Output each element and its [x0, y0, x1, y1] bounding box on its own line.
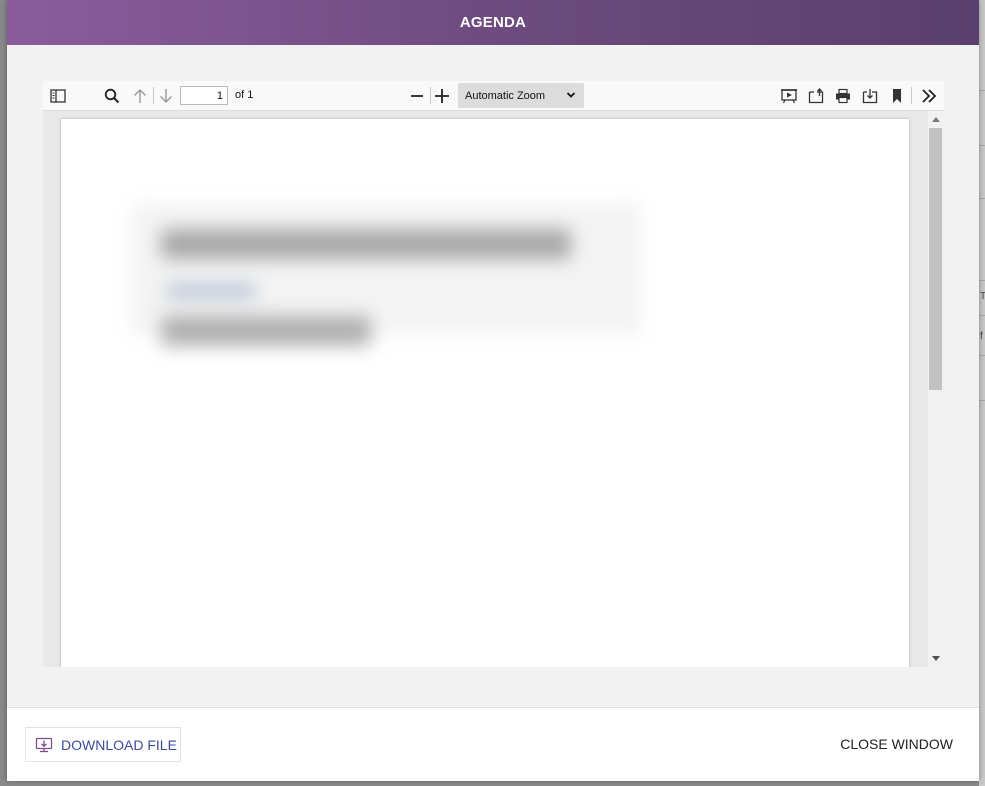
- presentation-mode-button[interactable]: [778, 85, 800, 107]
- sidebar-toggle-icon: [50, 89, 66, 103]
- toolbar-separator: [153, 87, 154, 104]
- close-window-button[interactable]: CLOSE WINDOW: [840, 736, 953, 752]
- presentation-mode-icon: [781, 89, 797, 104]
- download-file-label: DOWNLOAD FILE: [61, 737, 177, 753]
- background-text: f: [980, 331, 983, 342]
- arrow-down-icon: [160, 89, 172, 103]
- toolbar-separator: [911, 87, 912, 104]
- page-number-input[interactable]: [180, 86, 228, 105]
- bookmark-button[interactable]: [886, 85, 908, 107]
- sidebar-toggle-button[interactable]: [47, 85, 69, 107]
- background-divider: [979, 280, 985, 281]
- background-divider: [979, 198, 985, 199]
- background-divider: [979, 145, 985, 146]
- page-count-label: of 1: [235, 89, 254, 101]
- pdf-page: [61, 119, 909, 667]
- search-button[interactable]: [101, 85, 123, 107]
- download-monitor-icon: [35, 737, 53, 753]
- download-pdf-button[interactable]: [859, 85, 881, 107]
- background-divider: [979, 90, 985, 91]
- background-divider: [979, 355, 985, 356]
- scroll-down-arrow[interactable]: [932, 656, 940, 661]
- zoom-selected-value: Automatic Zoom: [465, 89, 546, 102]
- minus-icon: [411, 95, 423, 97]
- scroll-up-arrow[interactable]: [932, 117, 940, 122]
- print-button[interactable]: [832, 85, 854, 107]
- background-page-edge: [979, 0, 985, 786]
- zoom-select[interactable]: Automatic Zoom: [458, 83, 584, 108]
- background-divider: [979, 400, 985, 401]
- download-file-button[interactable]: DOWNLOAD FILE: [25, 727, 181, 762]
- pdf-viewer: of 1 Automatic Zoom: [43, 81, 944, 667]
- print-icon: [836, 88, 850, 104]
- blurred-document-content: [121, 204, 651, 424]
- document-area[interactable]: [43, 111, 928, 667]
- scroll-thumb[interactable]: [929, 128, 942, 390]
- background-text: T: [980, 291, 985, 302]
- vertical-scrollbar[interactable]: [928, 111, 944, 667]
- chevron-down-icon: [566, 92, 576, 98]
- open-file-button[interactable]: [805, 85, 827, 107]
- zoom-out-button[interactable]: [406, 85, 428, 107]
- zoom-in-button[interactable]: [431, 85, 453, 107]
- tools-button[interactable]: [918, 85, 940, 107]
- open-file-icon: [808, 88, 824, 104]
- arrow-up-icon: [134, 89, 146, 103]
- pdf-toolbar: of 1 Automatic Zoom: [43, 81, 944, 111]
- modal-title: AGENDA: [459, 14, 527, 31]
- download-icon: [862, 89, 878, 104]
- next-page-button[interactable]: [155, 85, 177, 107]
- modal-footer: DOWNLOAD FILE CLOSE WINDOW: [7, 707, 979, 781]
- agenda-modal: AGENDA 1 of 1 Automatic Zoom DOWNLOAD FI…: [7, 0, 979, 781]
- previous-page-button[interactable]: [129, 85, 151, 107]
- background-divider: [979, 315, 985, 316]
- modal-header: AGENDA: [7, 0, 979, 45]
- plus-icon: [435, 89, 449, 103]
- search-icon: [104, 88, 120, 104]
- bookmark-icon: [893, 89, 901, 103]
- double-chevron-right-icon: [922, 89, 937, 103]
